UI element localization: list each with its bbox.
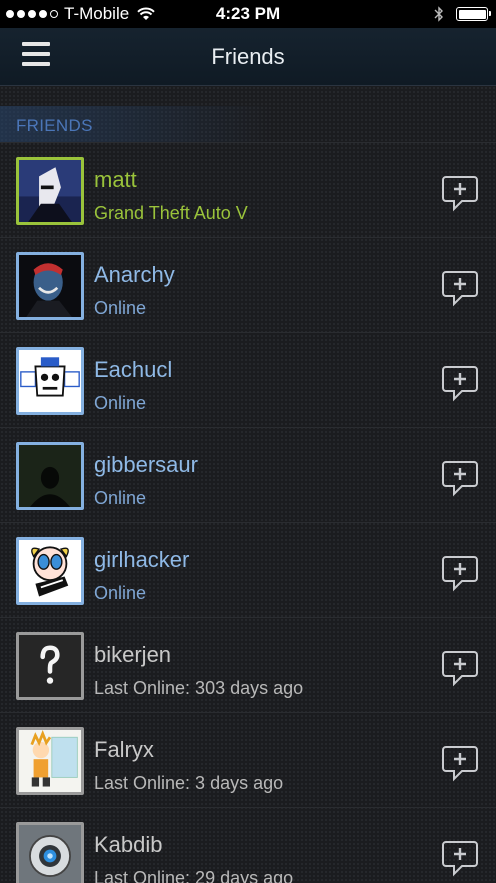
friend-row[interactable]: Falryx Last Online: 3 days ago	[0, 712, 496, 807]
chat-add-icon[interactable]	[440, 838, 480, 878]
avatar-image	[19, 730, 81, 792]
section-header: FRIENDS	[0, 106, 496, 142]
avatar[interactable]	[16, 252, 84, 320]
friend-status: Last Online: 303 days ago	[94, 678, 304, 698]
chat-add-icon[interactable]	[440, 363, 480, 403]
friend-row[interactable]: Anarchy Online	[0, 237, 496, 332]
chat-add-icon[interactable]	[440, 553, 480, 593]
friend-name: gibbersaur	[94, 452, 198, 477]
avatar[interactable]	[16, 632, 84, 700]
bluetooth-icon	[434, 6, 443, 22]
avatar-image	[19, 825, 81, 883]
avatar[interactable]	[16, 157, 84, 225]
friend-name: bikerjen	[94, 642, 172, 667]
friend-row[interactable]: bikerjen Last Online: 303 days ago	[0, 617, 496, 712]
chat-add-icon[interactable]	[440, 458, 480, 498]
friend-name: Eachucl	[94, 357, 173, 382]
friend-status: Online	[94, 583, 147, 603]
friend-row[interactable]: gibbersaur Online	[0, 427, 496, 522]
app-header: Friends	[0, 28, 496, 86]
friend-name: matt	[94, 167, 137, 192]
status-right	[434, 6, 491, 22]
avatar-image	[19, 160, 81, 222]
battery-icon	[456, 7, 491, 21]
friends-list-container[interactable]: FRIENDS matt Grand Theft Auto V Anarchy …	[0, 86, 496, 883]
friend-row[interactable]: matt Grand Theft Auto V	[0, 142, 496, 237]
avatar[interactable]	[16, 822, 84, 883]
friend-status: Last Online: 3 days ago	[94, 773, 284, 793]
battery-fill	[458, 9, 486, 19]
avatar-image	[19, 540, 81, 602]
avatar-image	[19, 445, 81, 507]
friend-status: Online	[94, 488, 147, 508]
status-time: 4:23 PM	[215, 4, 281, 23]
friend-row[interactable]: girlhacker Online	[0, 522, 496, 617]
avatar-image	[19, 350, 81, 412]
chat-add-icon[interactable]	[440, 743, 480, 783]
page-title: Friends	[211, 44, 285, 69]
question-mark-icon	[19, 635, 81, 697]
chat-add-icon[interactable]	[440, 173, 480, 213]
avatar[interactable]	[16, 347, 84, 415]
avatar[interactable]	[16, 442, 84, 510]
friend-name: girlhacker	[94, 547, 190, 572]
friend-status: Last Online: 29 days ago	[94, 868, 294, 883]
chat-add-icon[interactable]	[440, 268, 480, 308]
chat-add-icon[interactable]	[440, 648, 480, 688]
avatar[interactable]	[16, 727, 84, 795]
friend-row[interactable]: Kabdib Last Online: 29 days ago	[0, 807, 496, 883]
status-bar: T-Mobile 4:23 PM	[0, 0, 496, 28]
avatar-image	[19, 255, 81, 317]
friend-status: Online	[94, 393, 147, 413]
friend-name: Anarchy	[94, 262, 175, 287]
section-label: FRIENDS	[16, 116, 93, 135]
friend-name: Falryx	[94, 737, 154, 762]
friend-name: Kabdib	[94, 832, 163, 857]
friend-row[interactable]: Eachucl Online	[0, 332, 496, 427]
avatar[interactable]	[16, 537, 84, 605]
friend-status: Grand Theft Auto V	[94, 203, 248, 223]
friend-status: Online	[94, 298, 147, 318]
